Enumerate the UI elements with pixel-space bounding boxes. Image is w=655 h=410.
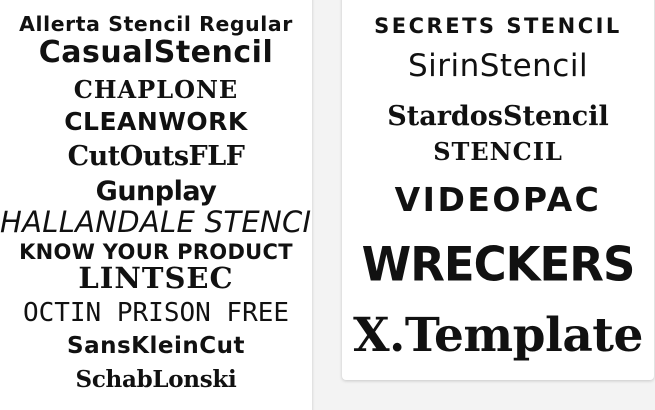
font-sample-secrets-stencil[interactable]: SECRETS STENCIL	[342, 16, 654, 37]
font-sample-wreckers[interactable]: WRECKERS	[342, 241, 654, 288]
font-sample-videopac[interactable]: VIDEOPAC	[342, 183, 654, 216]
font-list-card-left: Allerta Stencil Regular CasualStencil CH…	[0, 0, 312, 410]
font-sample-gunplay[interactable]: Gunplay	[0, 178, 312, 205]
font-sample-allerta-stencil[interactable]: Allerta Stencil Regular	[0, 14, 312, 34]
font-sample-cutouts-flf[interactable]: CutOutsFLF	[0, 143, 312, 170]
font-sample-know-your-product[interactable]: KNOW YOUR PRODUCT	[0, 242, 312, 263]
font-sample-page: Allerta Stencil Regular CasualStencil CH…	[0, 0, 655, 410]
font-sample-hallandale-stencil[interactable]: HALLANDALE STENCIL	[0, 208, 312, 237]
font-sample-cleanwork[interactable]: CLEANWORK	[0, 109, 312, 134]
font-sample-stardos-stencil[interactable]: StardosStencil	[342, 103, 654, 130]
font-sample-chaplone[interactable]: CHAPLONE	[0, 78, 312, 102]
font-sample-schablonski[interactable]: SchabLonski	[0, 368, 312, 391]
font-sample-stencil[interactable]: STENCIL	[342, 140, 654, 164]
font-sample-sirin-stencil[interactable]: SirinStencil	[342, 51, 654, 82]
font-sample-octin-prison-free[interactable]: OCTIN PRISON FREE	[0, 300, 312, 326]
font-sample-sans-klein-cut[interactable]: SansKleinCut	[0, 335, 312, 358]
font-list-card-right: SECRETS STENCIL SirinStencil StardosSten…	[342, 0, 654, 380]
font-sample-casual-stencil[interactable]: CasualStencil	[0, 38, 312, 68]
font-sample-lintsec[interactable]: LINTSEC	[0, 264, 312, 293]
font-sample-x-template[interactable]: X.Template	[342, 312, 654, 359]
